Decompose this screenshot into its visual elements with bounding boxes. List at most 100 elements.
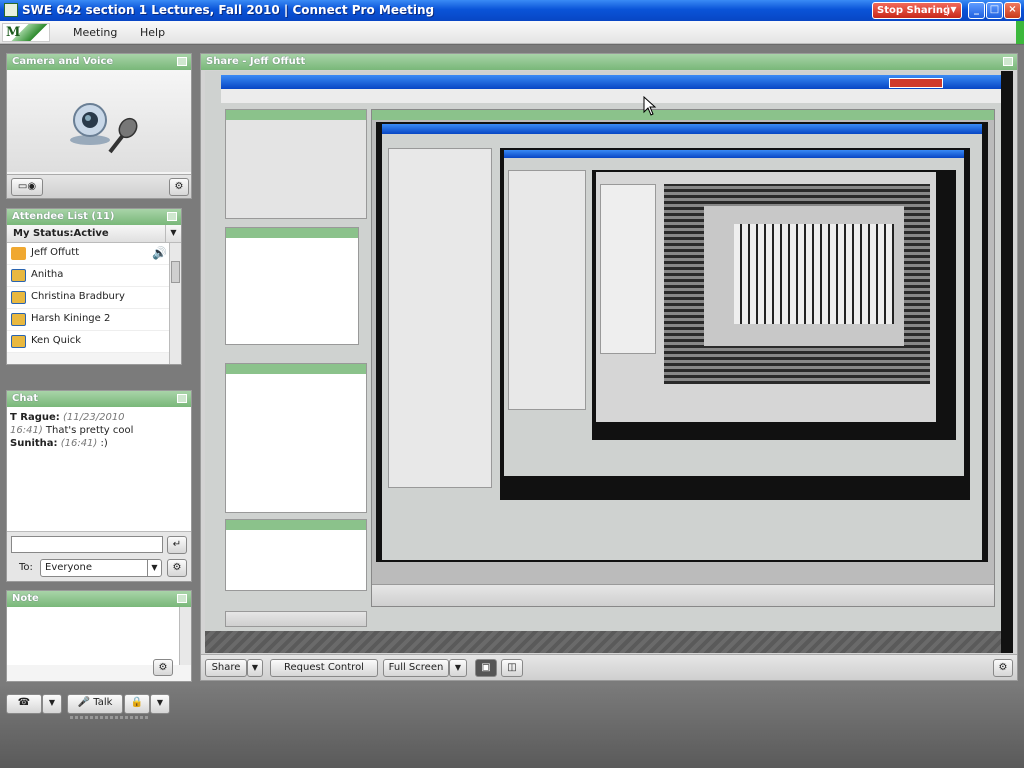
- my-status-label: My Status:Active: [13, 228, 109, 239]
- pod-title: Share - Jeff Offutt: [206, 56, 306, 67]
- attendee-list-pod: Attendee List (11) My Status:Active ▼ Je…: [6, 208, 182, 365]
- participant-icon: [11, 291, 26, 304]
- stop-sharing-button[interactable]: Stop Sharing ▼: [872, 2, 962, 19]
- send-button[interactable]: ↵: [167, 536, 187, 554]
- pod-menu-icon[interactable]: [177, 57, 187, 66]
- nested-share-pod: [371, 109, 995, 607]
- cursor-icon: [643, 96, 657, 116]
- volume-meter: [70, 716, 148, 719]
- phone-button[interactable]: ☎: [6, 694, 42, 714]
- nested-talk-bar: [225, 611, 367, 627]
- minimize-button[interactable]: _: [968, 2, 985, 19]
- microphone-icon: 🎤: [77, 697, 94, 708]
- chevron-down-icon[interactable]: ▼: [449, 659, 467, 677]
- attendee-name: Ken Quick: [31, 335, 82, 346]
- pod-menu-icon[interactable]: [1003, 57, 1013, 66]
- pod-header: Share - Jeff Offutt: [201, 54, 1017, 70]
- nested-title-bar: [221, 75, 1001, 89]
- chat-messages: T Rague: (11/23/2010 16:41) That's prett…: [10, 411, 133, 450]
- list-item[interactable]: Christina Bradbury: [7, 287, 170, 309]
- attendee-name: Anitha: [31, 269, 64, 280]
- share-button[interactable]: Share: [205, 659, 247, 677]
- attendee-name: Harsh Kininge 2: [31, 313, 111, 324]
- settings-button[interactable]: ⚙: [169, 178, 189, 196]
- recipient-value: Everyone: [45, 562, 93, 573]
- recursive-tunnel: [664, 184, 930, 384]
- list-item[interactable]: Anitha: [7, 265, 170, 287]
- chat-compose-area: ↵ To: Everyone ▼ ⚙: [7, 531, 191, 581]
- pod-title: Note: [12, 593, 39, 604]
- pod-title: Attendee List (11): [12, 211, 115, 222]
- stop-sharing-label: Stop Sharing: [877, 5, 951, 16]
- recipient-dropdown[interactable]: Everyone ▼: [40, 559, 162, 577]
- attendee-name: Christina Bradbury: [31, 291, 125, 302]
- camera-toggle-button[interactable]: ▭◉: [11, 178, 43, 196]
- pod-menu-icon[interactable]: [177, 394, 187, 403]
- scrollbar-thumb[interactable]: [171, 261, 180, 283]
- host-icon: [11, 247, 26, 260]
- list-item[interactable]: Harsh Kininge 2: [7, 309, 170, 331]
- participant-icon: [11, 335, 26, 348]
- bottom-toolbar: ☎ ▼ 🎤 Talk 🔒 ▼: [0, 686, 1024, 768]
- shared-screen: [205, 71, 1013, 653]
- speaker-icon: 🔊: [152, 246, 167, 260]
- pod-menu-icon[interactable]: [167, 212, 177, 221]
- nested-share-canvas-2: [500, 148, 970, 500]
- nested-share-footer: [372, 584, 994, 606]
- nested-menu-bar: [221, 89, 1001, 103]
- nested-share-canvas: [376, 122, 988, 562]
- pod-header: Camera and Voice: [7, 54, 191, 70]
- chat-message: Sunitha: (16:41) :): [10, 438, 108, 449]
- menu-meeting[interactable]: Meeting: [73, 26, 117, 39]
- attendee-name: Jeff Offutt: [31, 247, 80, 258]
- nested-chat-pod: [225, 363, 367, 513]
- nested-attendee-pod: [225, 227, 359, 345]
- nested-bottom-bar: [205, 631, 1001, 653]
- chevron-down-icon[interactable]: ▼: [42, 694, 62, 714]
- connect-logo: M: [2, 23, 50, 42]
- chat-message-cont: 16:41) That's pretty cool: [10, 425, 134, 436]
- chevron-down-icon[interactable]: ▼: [147, 560, 161, 576]
- pod-header: Attendee List (11): [7, 209, 181, 225]
- actual-size-icon[interactable]: ◫: [501, 659, 523, 677]
- nested-camera-pod: [225, 109, 367, 219]
- menu-help[interactable]: Help: [140, 26, 165, 39]
- my-status-dropdown[interactable]: My Status:Active ▼: [7, 225, 181, 243]
- share-pod: Share - Jeff Offutt Share ▼ Request Cont…: [200, 53, 1018, 681]
- nested-stop-sharing: [889, 78, 943, 88]
- pod-title: Chat: [12, 393, 38, 404]
- pod-title: Camera and Voice: [12, 56, 114, 67]
- pod-menu-icon[interactable]: [177, 594, 187, 603]
- fit-to-window-icon[interactable]: ▣: [475, 659, 497, 677]
- settings-button[interactable]: ⚙: [153, 659, 173, 676]
- chevron-down-icon[interactable]: ▼: [947, 5, 959, 16]
- settings-button[interactable]: ⚙: [993, 659, 1013, 677]
- list-item[interactable]: Ken Quick: [7, 331, 170, 353]
- chat-pod: Chat T Rague: (11/23/2010 16:41) That's …: [6, 390, 192, 582]
- window-title: SWE 642 section 1 Lectures, Fall 2010 | …: [22, 3, 435, 17]
- chevron-down-icon[interactable]: ▼: [247, 659, 263, 677]
- participant-icon: [11, 269, 26, 282]
- list-item[interactable]: Jeff Offutt 🔊: [7, 243, 170, 265]
- full-screen-button[interactable]: Full Screen: [383, 659, 449, 677]
- nested-note-pod: [225, 519, 367, 591]
- attendee-list: Jeff Offutt 🔊 Anitha Christina Bradbury …: [7, 243, 170, 353]
- participant-icon: [11, 313, 26, 326]
- lock-icon[interactable]: 🔒: [124, 694, 150, 714]
- settings-button[interactable]: ⚙: [167, 559, 187, 577]
- maximize-button[interactable]: □: [986, 2, 1003, 19]
- close-button[interactable]: ×: [1004, 2, 1021, 19]
- chat-input[interactable]: [11, 536, 163, 553]
- chevron-down-icon[interactable]: ▼: [165, 225, 181, 242]
- note-scrollbar[interactable]: [179, 607, 191, 665]
- status-strip: [1016, 21, 1024, 44]
- menu-bar: M Meeting Help: [0, 21, 1024, 44]
- request-control-button[interactable]: Request Control: [270, 659, 378, 677]
- nested-screen-share: [205, 71, 1001, 653]
- talk-button[interactable]: 🎤 Talk: [67, 694, 123, 714]
- camera-area: [7, 70, 191, 172]
- chevron-down-icon[interactable]: ▼: [150, 694, 170, 714]
- pod-header: Chat: [7, 391, 191, 407]
- note-body[interactable]: [7, 607, 179, 665]
- attendee-scrollbar[interactable]: [169, 243, 181, 364]
